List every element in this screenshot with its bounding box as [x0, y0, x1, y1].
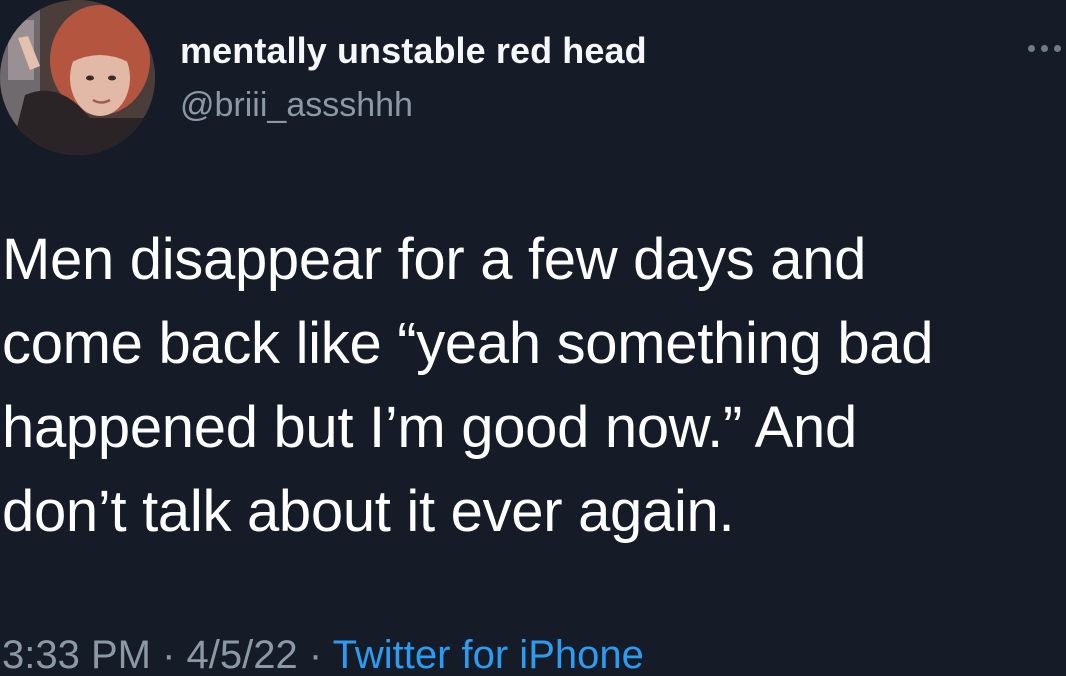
dot	[1054, 44, 1061, 52]
avatar[interactable]	[0, 0, 155, 155]
tweet-source-link[interactable]: Twitter for iPhone	[333, 633, 644, 676]
tweet-date[interactable]: 4/5/22	[187, 633, 298, 676]
tweet-card: mentally unstable red head @briii_assshh…	[0, 0, 1066, 676]
tweet-time[interactable]: 3:33 PM	[2, 633, 151, 676]
avatar-photo	[0, 0, 155, 155]
more-horizontal-icon[interactable]	[1028, 38, 1066, 58]
meta-separator: ·	[162, 633, 176, 676]
tweet-metadata: 3:33 PM · 4/5/22 · Twitter for iPhone	[2, 627, 644, 676]
user-handle[interactable]: @briii_assshhh	[180, 86, 413, 125]
tweet-text-line: don’t talk about it ever again.	[2, 479, 735, 544]
dot	[1028, 44, 1035, 52]
dot	[1041, 44, 1048, 52]
tweet-text-line: happened but I’m good now.” And	[2, 395, 857, 460]
meta-separator: ·	[308, 633, 323, 676]
tweet-text: Men disappear for a few days and come ba…	[2, 218, 1052, 554]
tweet-text-line: Men disappear for a few days and	[2, 227, 867, 292]
display-name[interactable]: mentally unstable red head	[180, 30, 647, 72]
tweet-text-line: come back like “yeah something bad	[2, 311, 934, 376]
